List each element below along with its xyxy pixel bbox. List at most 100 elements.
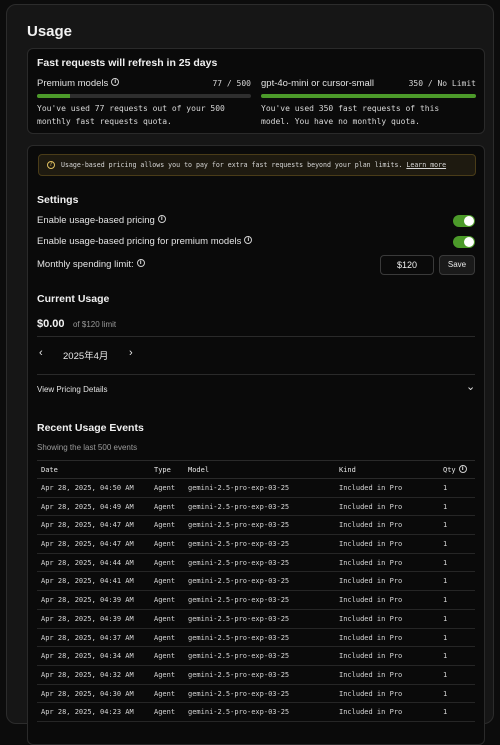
table-row: Apr 28, 2025, 04:34 AM Agent gemini-2.5-pr… [37,647,475,666]
cell-model: gemini-2.5-pro-exp-03-25 [188,670,290,679]
next-month-icon[interactable]: › [129,347,133,359]
enable-premium-label: Enable usage-based pricing for premium m… [37,236,253,247]
info-icon[interactable]: i [157,215,166,223]
col-qty-text: Qty [443,466,456,474]
enable-usage-toggle[interactable] [453,215,475,227]
small-description: You've used 350 fast requests of this mo… [261,102,439,128]
small-progress-fill [261,94,476,98]
cell-date: Apr 28, 2025, 04:44 AM [41,558,134,567]
cell-kind: Included in Pro [339,633,403,642]
toggle-knob [464,237,474,247]
cell-type: Agent [154,502,176,511]
cell-date: Apr 28, 2025, 04:39 AM [41,614,134,623]
cell-date: Apr 28, 2025, 04:23 AM [41,708,134,717]
cell-kind: Included in Pro [339,540,403,549]
info-icon[interactable]: i [111,78,120,86]
cell-type: Agent [154,596,176,605]
cell-kind: Included in Pro [339,708,403,717]
settings-card: ? Usage-based pricing allows you to pay … [27,145,485,745]
prev-month-icon[interactable]: ‹ [39,347,43,359]
table-row: Apr 28, 2025, 04:39 AM Agent gemini-2.5-pr… [37,591,475,610]
cell-type: Agent [154,577,176,586]
table-row: Apr 28, 2025, 04:41 AM Agent gemini-2.5-pr… [37,572,475,592]
cell-type: Agent [154,689,176,698]
cell-date: Apr 28, 2025, 04:41 AM [41,577,134,586]
col-date: Date [41,466,58,474]
cell-type: Agent [154,521,176,530]
cell-kind: Included in Pro [339,577,403,586]
info-icon[interactable]: i [244,236,253,244]
cell-model: gemini-2.5-pro-exp-03-25 [188,540,290,549]
current-amount: $0.00 [37,318,65,330]
info-icon[interactable]: i [136,259,145,267]
banner-text: Usage-based pricing allows you to pay fo… [61,161,407,169]
cell-date: Apr 28, 2025, 04:37 AM [41,633,134,642]
table-row: Apr 28, 2025, 04:39 AM Agent gemini-2.5-pr… [37,610,475,629]
cell-kind: Included in Pro [339,502,403,511]
quota-refresh-title: Fast requests will refresh in 25 days [37,57,218,69]
cell-model: gemini-2.5-pro-exp-03-25 [188,596,290,605]
cell-type: Agent [154,633,176,642]
cell-qty: 1 [443,708,448,717]
small-models-label: gpt-4o-mini or cursor-small [261,78,374,89]
enable-premium-toggle[interactable] [453,236,475,248]
learn-more-link[interactable]: Learn more [406,161,446,169]
cell-qty: 1 [443,596,448,605]
info-icon[interactable]: i [458,465,467,473]
cell-type: Agent [154,670,176,679]
cell-date: Apr 28, 2025, 04:47 AM [41,521,134,530]
usage-panel: Usage Fast requests will refresh in 25 d… [6,4,494,745]
cell-kind: Included in Pro [339,652,403,661]
cell-date: Apr 28, 2025, 04:34 AM [41,652,134,661]
table-row: Apr 28, 2025, 04:23 AM Agent gemini-2.5-pr… [37,703,475,722]
cell-type: Agent [154,540,176,549]
cell-model: gemini-2.5-pro-exp-03-25 [188,689,290,698]
cell-kind: Included in Pro [339,484,403,492]
small-count: 350 / No Limit [408,79,476,88]
cell-kind: Included in Pro [339,689,403,698]
toggle-knob [464,216,474,226]
divider [37,374,475,375]
usage-events-table: Date Type Model Kind Qty i Apr 28, 2025, … [37,460,475,722]
spending-limit-text: Monthly spending limit: [37,259,134,270]
table-body: Apr 28, 2025, 04:50 AM Agent gemini-2.5-pr… [37,479,475,722]
save-button[interactable]: Save [439,255,475,275]
table-row: Apr 28, 2025, 04:32 AM Agent gemini-2.5-pr… [37,666,475,685]
help-icon: ? [47,161,55,169]
cell-model: gemini-2.5-pro-exp-03-25 [188,633,290,642]
cell-qty: 1 [443,652,448,661]
small-progress-bar [261,94,476,98]
pricing-banner: ? Usage-based pricing allows you to pay … [38,154,476,176]
cell-type: Agent [154,652,176,661]
divider [37,336,475,337]
cell-kind: Included in Pro [339,670,403,679]
cell-qty: 1 [443,633,448,642]
cell-kind: Included in Pro [339,558,403,567]
cell-date: Apr 28, 2025, 04:30 AM [41,689,134,698]
premium-models-text: Premium models [37,78,109,89]
month-label: 2025年4月 [63,351,109,362]
cell-type: Agent [154,484,176,492]
settings-title: Settings [37,194,79,206]
table-row: Apr 28, 2025, 04:49 AM Agent gemini-2.5-pr… [37,498,475,517]
table-row: Apr 28, 2025, 04:44 AM Agent gemini-2.5-pr… [37,554,475,573]
chevron-down-icon[interactable]: ⌄ [466,380,475,393]
premium-models-label: Premium models i [37,78,120,89]
cell-qty: 1 [443,689,448,698]
table-row: Apr 28, 2025, 04:30 AM Agent gemini-2.5-pr… [37,685,475,704]
col-kind: Kind [339,466,356,474]
spending-limit-input[interactable]: $120 [380,255,434,275]
cell-type: Agent [154,614,176,623]
table-row: Apr 28, 2025, 04:37 AM Agent gemini-2.5-pr… [37,629,475,648]
spending-limit-label: Monthly spending limit: i [37,259,145,270]
page-title: Usage [27,23,73,40]
premium-count: 77 / 500 [212,79,251,88]
cell-kind: Included in Pro [339,614,403,623]
premium-desc-line2: monthly fast requests quota. [37,117,172,126]
cell-date: Apr 28, 2025, 04:50 AM [41,484,134,492]
view-pricing-details[interactable]: View Pricing Details [37,385,108,394]
small-desc-line2: model. You have no monthly quota. [261,117,420,126]
premium-progress-fill [37,94,70,98]
cell-model: gemini-2.5-pro-exp-03-25 [188,614,290,623]
table-row: Apr 28, 2025, 04:50 AM Agent gemini-2.5-pr… [37,479,475,498]
